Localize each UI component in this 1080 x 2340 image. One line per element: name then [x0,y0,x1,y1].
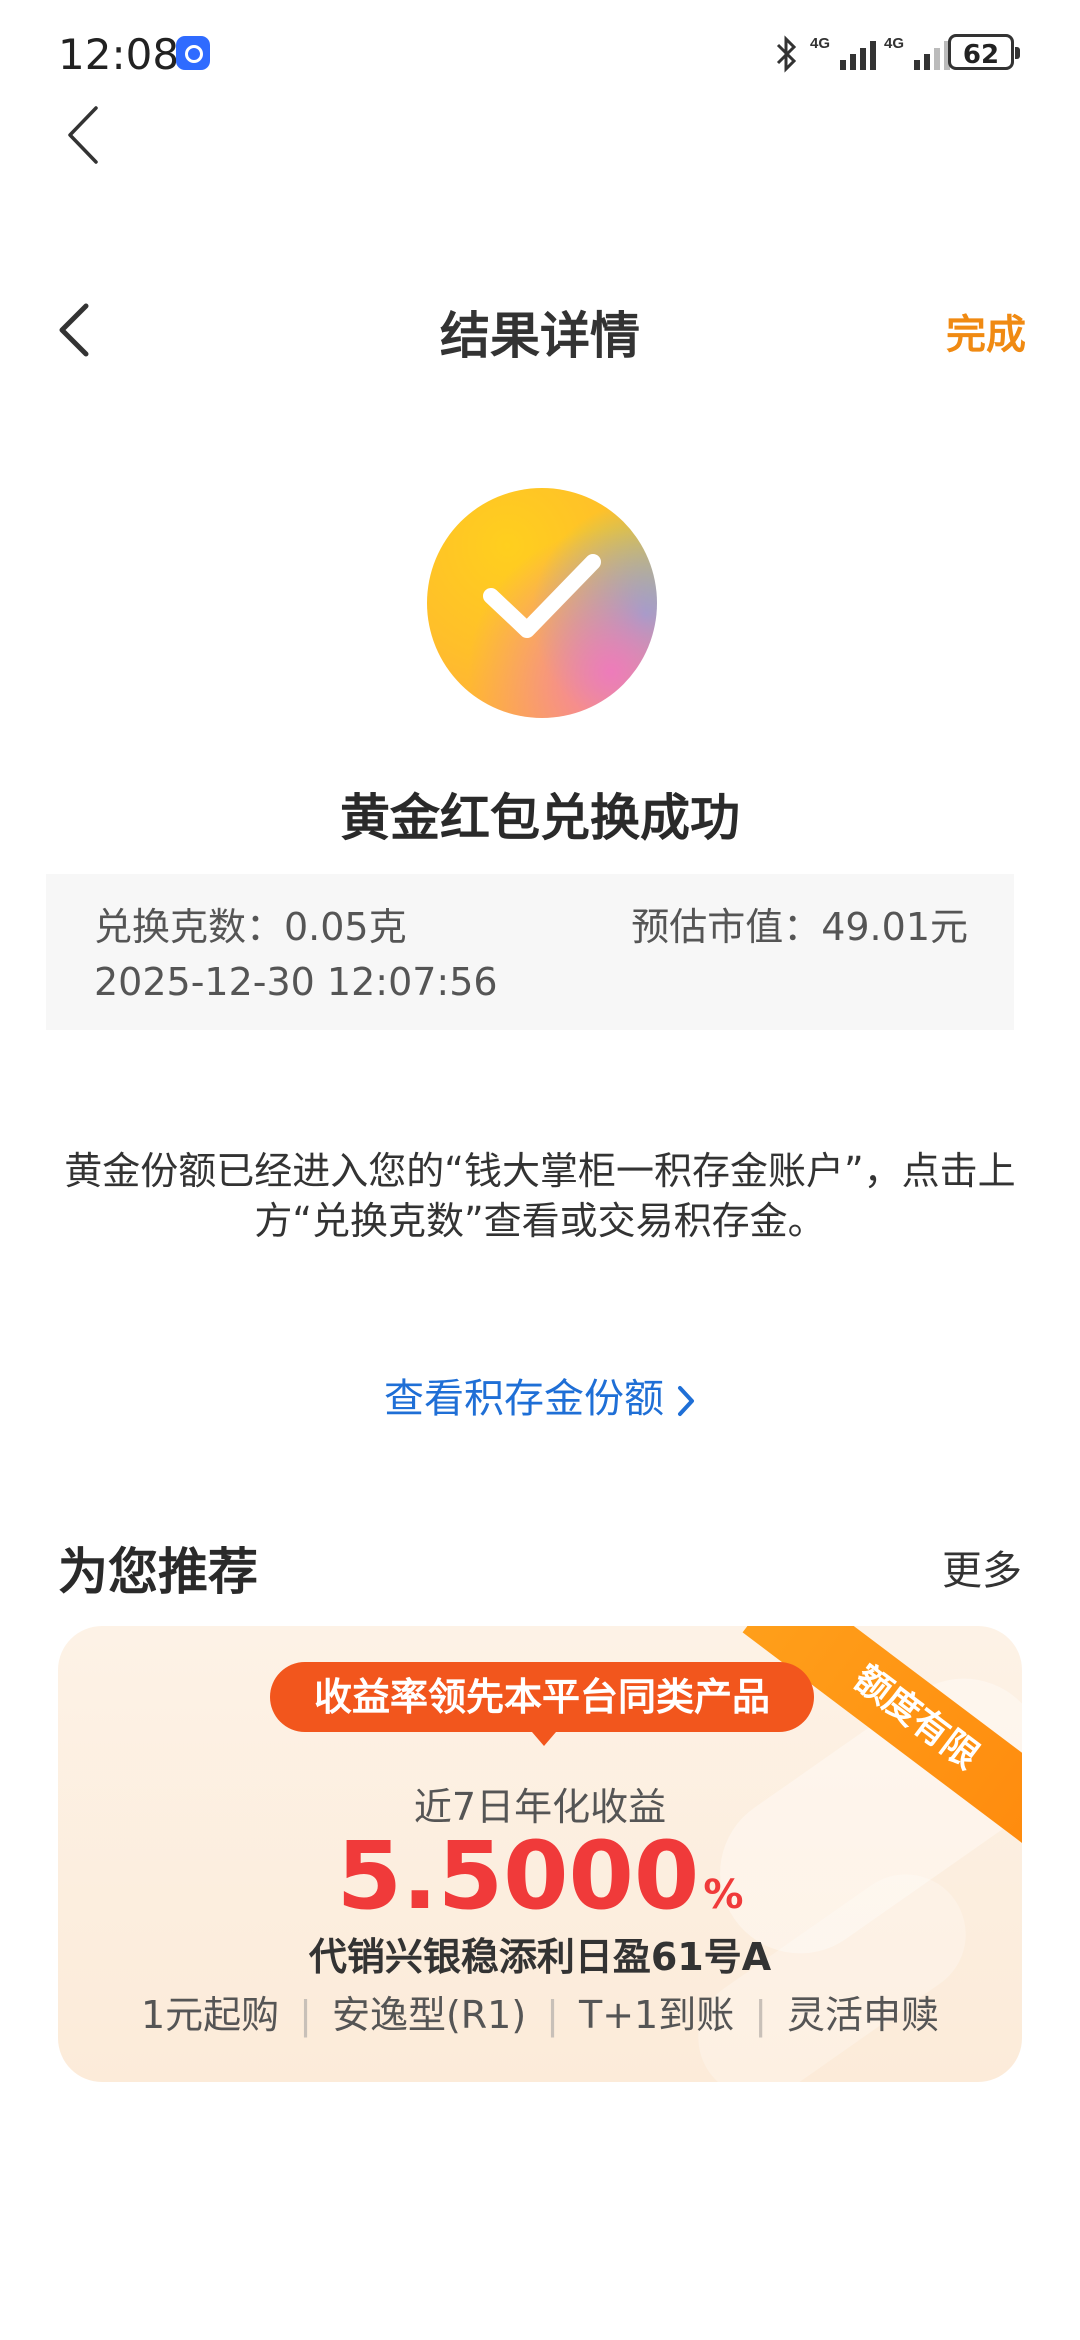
page-title: 结果详情 [440,307,640,365]
status-time: 12:08 [58,30,180,79]
estimated-value: 预估市值：49.01元 [631,905,968,949]
exchange-info-panel: 兑换克数：0.05克 预估市值：49.01元 2025-12-30 12:07:… [46,874,1014,1030]
app-notification-icon [176,36,210,70]
done-button[interactable]: 完成 [946,302,1026,360]
product-tag: 安逸型(R1) [331,1993,527,2037]
network-label: 4G [884,35,904,52]
back-icon[interactable] [64,104,104,166]
highlight-pill: 收益率领先本平台同类产品 [270,1662,814,1746]
success-check-icon [427,488,657,718]
chevron-right-icon [678,1386,694,1416]
view-gold-share-label: 查看积存金份额 [384,1376,664,1422]
exchange-timestamp: 2025-12-30 12:07:56 [94,960,498,1004]
battery-indicator: 62 [948,34,1020,70]
tag-separator: | [546,1993,559,2037]
exchange-grams[interactable]: 兑换克数：0.05克 [94,896,407,951]
product-tag: T+1到账 [578,1993,735,2037]
tag-separator: | [299,1993,312,2037]
yield-unit: % [703,1872,744,1918]
recommend-title: 为您推荐 [58,1543,258,1601]
product-tags: 1元起购 | 安逸型(R1) | T+1到账 | 灵活申赎 [58,1984,1022,2039]
network-label: 4G [810,35,830,52]
more-button[interactable]: 更多 [942,1538,1022,1596]
product-tag: 灵活申赎 [787,1993,940,2037]
view-gold-share-link[interactable]: 查看积存金份额 [0,1366,1080,1424]
product-name: 代销兴银稳添利日盈61号A [308,1935,772,1979]
yield-number: 5.5000 [336,1822,700,1931]
product-card[interactable]: 额度有限 收益率领先本平台同类产品 近7日年化收益 5.5000% 代销兴银稳添… [58,1626,1022,2082]
result-description: 黄金份额已经进入您的“钱大掌柜一积存金账户”，点击上方“兑换克数”查看或交易积存… [64,1149,1016,1243]
product-tag: 1元起购 [140,1993,280,2037]
bluetooth-icon [776,35,797,73]
result-title: 黄金红包兑换成功 [340,789,740,847]
signal-icon: 4G [810,35,876,70]
tag-separator: | [754,1993,768,2037]
